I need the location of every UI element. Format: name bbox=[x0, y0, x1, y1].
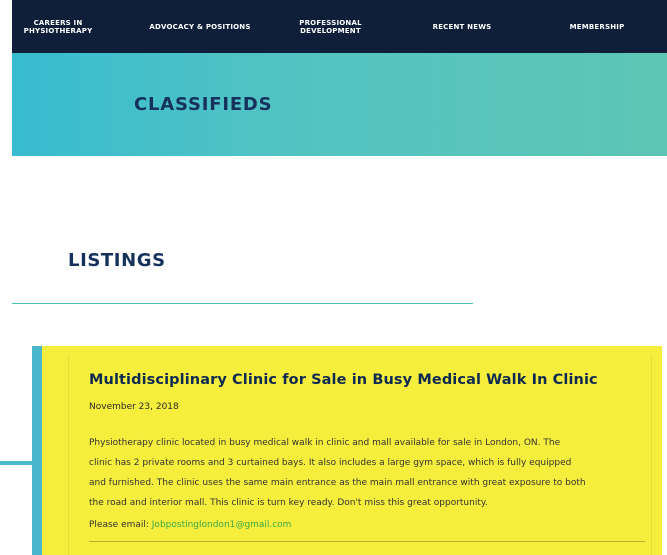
email-prefix-label: Please email: bbox=[89, 520, 152, 530]
listing-description-line: and furnished. The clinic uses the same … bbox=[89, 478, 586, 488]
listing-description-line: clinic has 2 private rooms and 3 curtain… bbox=[89, 458, 572, 468]
email-link[interactable]: Jobpostinglondon1@gmail.com bbox=[152, 520, 292, 530]
listing-description-line: the road and interior mall. This clinic … bbox=[89, 498, 488, 508]
listing-title[interactable]: Multidisciplinary Clinic for Sale in Bus… bbox=[89, 372, 649, 388]
listing-date: November 23, 2018 bbox=[89, 402, 179, 412]
nav-item-recent-news[interactable]: RECENT NEWS bbox=[417, 0, 507, 53]
listing-card-content: Multidisciplinary Clinic for Sale in Bus… bbox=[68, 355, 652, 555]
nav-item-membership[interactable]: MEMBERSHIP bbox=[552, 0, 642, 53]
nav-item-careers-in-physiotherapy[interactable]: CAREERS IN PHYSIOTHERAPY bbox=[18, 0, 98, 53]
page-title: CLASSIFIEDS bbox=[134, 94, 273, 115]
main-navigation: CAREERS IN PHYSIOTHERAPY ADVOCACY & POSI… bbox=[12, 0, 667, 53]
listing-description: Physiotherapy clinic located in busy med… bbox=[89, 433, 649, 513]
left-margin bbox=[0, 0, 12, 555]
listings-heading: LISTINGS bbox=[68, 250, 166, 271]
hero-banner: CLASSIFIEDS bbox=[12, 53, 667, 156]
listing-accent-connector bbox=[0, 461, 42, 465]
listing-card: Multidisciplinary Clinic for Sale in Bus… bbox=[42, 346, 662, 555]
nav-item-professional-development[interactable]: PROFESSIONAL DEVELOPMENT bbox=[288, 0, 373, 53]
listing-description-line: Physiotherapy clinic located in busy med… bbox=[89, 438, 561, 448]
listing-contact: Please email: Jobpostinglondon1@gmail.co… bbox=[89, 520, 291, 530]
nav-item-advocacy-positions[interactable]: ADVOCACY & POSITIONS bbox=[145, 0, 255, 53]
listing-accent-bar bbox=[32, 346, 42, 555]
listings-divider bbox=[12, 303, 473, 304]
listing-card-divider bbox=[89, 541, 645, 542]
page: CAREERS IN PHYSIOTHERAPY ADVOCACY & POSI… bbox=[0, 0, 667, 555]
